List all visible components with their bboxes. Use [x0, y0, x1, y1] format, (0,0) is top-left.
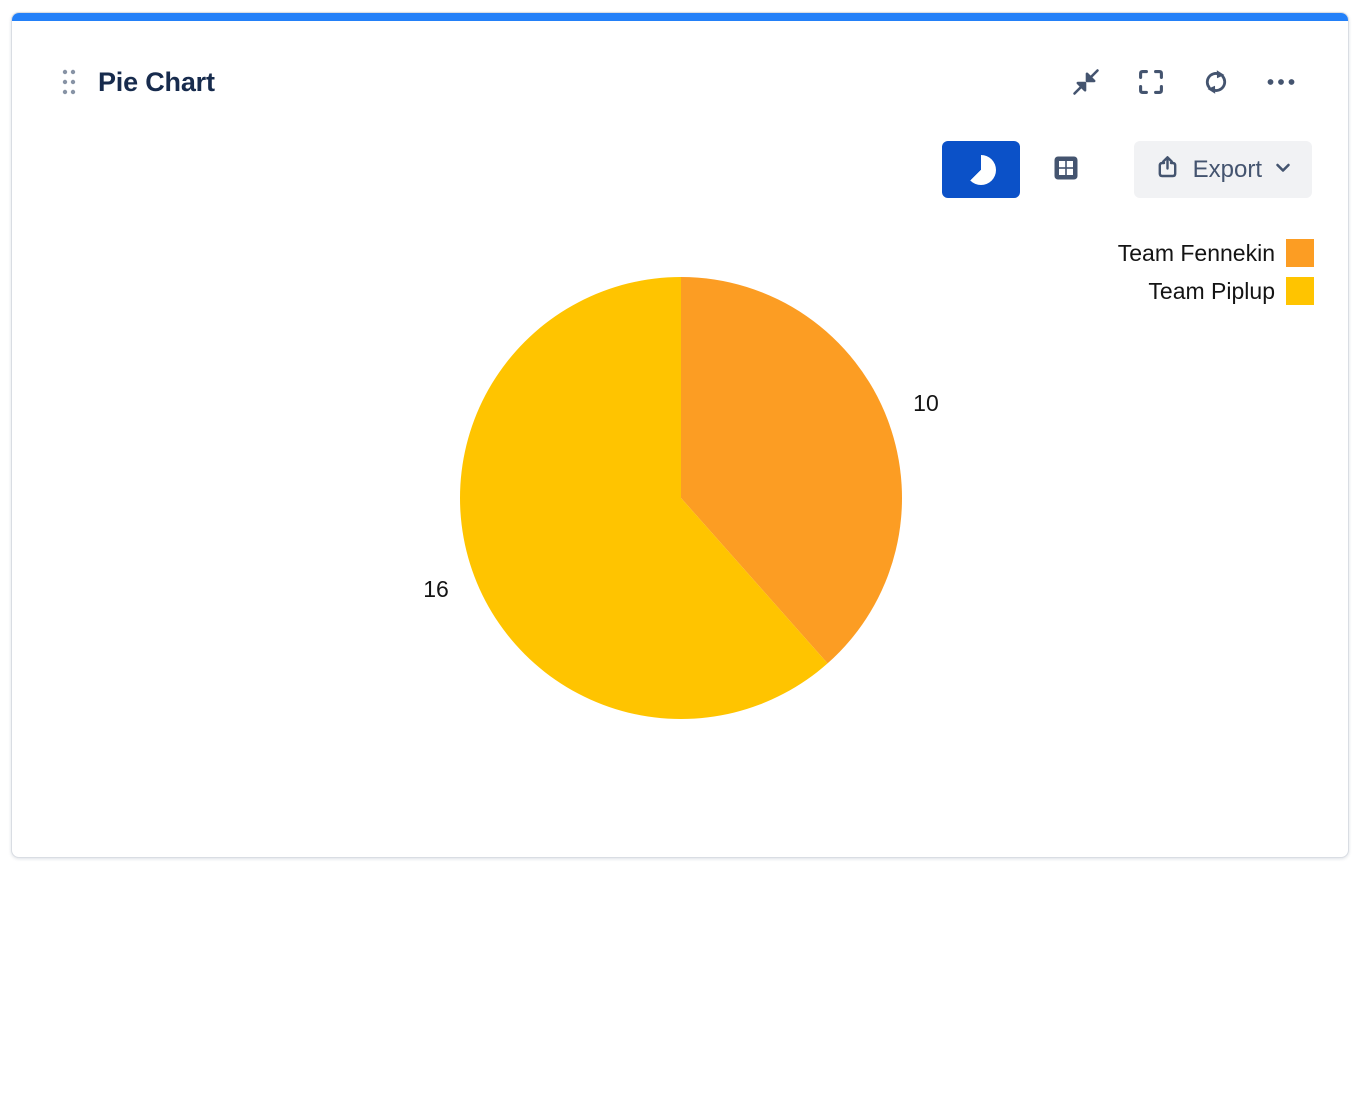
legend-swatch — [1286, 239, 1314, 267]
refresh-button[interactable] — [1200, 66, 1232, 98]
fullscreen-button[interactable] — [1135, 66, 1167, 98]
export-icon — [1154, 153, 1181, 187]
chart-region: Team Fennekin Team Piplup 10 16 — [12, 210, 1348, 857]
chart-view-button[interactable] — [942, 141, 1020, 198]
legend-item[interactable]: Team Fennekin — [1118, 239, 1314, 267]
chart-toolbar: Export — [942, 141, 1312, 198]
more-icon — [1266, 67, 1296, 97]
pie-data-label: 10 — [913, 390, 939, 416]
more-button[interactable] — [1265, 66, 1297, 98]
collapse-icon — [1071, 67, 1101, 97]
drag-handle-icon[interactable] — [61, 68, 77, 96]
header-actions — [1070, 66, 1297, 98]
fullscreen-icon — [1136, 67, 1166, 97]
widget-header: Pie Chart — [61, 64, 1297, 100]
pie-svg: 10 16 — [401, 218, 961, 778]
collapse-button[interactable] — [1070, 66, 1102, 98]
accent-stripe — [12, 13, 1348, 21]
legend-item[interactable]: Team Piplup — [1148, 277, 1314, 305]
legend-label: Team Piplup — [1148, 277, 1275, 305]
pie-chart-widget: Pie Chart — [11, 12, 1349, 858]
refresh-icon — [1201, 67, 1231, 97]
legend-swatch — [1286, 277, 1314, 305]
table-view-button[interactable] — [1034, 141, 1098, 198]
legend: Team Fennekin Team Piplup — [1118, 239, 1314, 315]
legend-label: Team Fennekin — [1118, 239, 1275, 267]
export-button[interactable]: Export — [1134, 141, 1312, 198]
pie-chart-icon — [966, 155, 996, 185]
chevron-down-icon — [1274, 156, 1292, 184]
export-label: Export — [1193, 156, 1262, 184]
widget-title: Pie Chart — [98, 67, 215, 98]
pie-data-label: 16 — [423, 576, 449, 602]
table-icon — [1051, 153, 1081, 186]
